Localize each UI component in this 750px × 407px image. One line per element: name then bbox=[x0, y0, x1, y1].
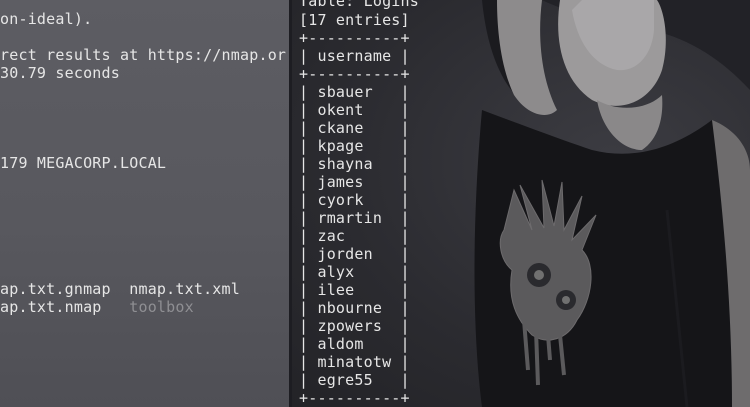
table-row: | zac | bbox=[299, 227, 410, 245]
table-title: Table: Logins bbox=[299, 0, 419, 10]
terminal-line: rect results at https://nmap.or bbox=[0, 46, 287, 64]
table-row: | sbauer | bbox=[299, 83, 410, 101]
table-row: | nbourne | bbox=[299, 299, 410, 317]
table-row: | ilee | bbox=[299, 281, 410, 299]
table-row: | egre55 | bbox=[299, 371, 410, 389]
table-row: | ckane | bbox=[299, 119, 410, 137]
table-row: | cyork | bbox=[299, 191, 410, 209]
table-row: | alyx | bbox=[299, 263, 410, 281]
column-header-username: | username | bbox=[299, 47, 410, 65]
table-row: | kpage | bbox=[299, 137, 410, 155]
terminal-line: on-ideal). bbox=[0, 10, 93, 28]
table-row: | james | bbox=[299, 173, 410, 191]
terminal-line: ap.txt.nmap toolbox bbox=[0, 298, 194, 316]
table-row: | aldom | bbox=[299, 335, 410, 353]
left-terminal-pane[interactable]: on-ideal). rect results at https://nmap.… bbox=[0, 0, 289, 407]
table-border-top: +----------+ bbox=[299, 29, 410, 47]
table-row: | rmartin | bbox=[299, 209, 410, 227]
table-border-bottom: +----------+ bbox=[299, 389, 410, 407]
table-border-header: +----------+ bbox=[299, 65, 410, 83]
terminal-line: ap.txt.gnmap nmap.txt.xml bbox=[0, 280, 240, 298]
entries-count: [17 entries] bbox=[299, 11, 410, 29]
table-row: | jorden | bbox=[299, 245, 410, 263]
terminal-line: 30.79 seconds bbox=[0, 64, 120, 82]
file-entry: ap.txt.nmap bbox=[0, 298, 130, 316]
table-row: | okent | bbox=[299, 101, 410, 119]
table-row: | zpowers | bbox=[299, 317, 410, 335]
table-row: | shayna | bbox=[299, 155, 410, 173]
right-terminal-pane[interactable]: Table: Logins [17 entries] +----------+ … bbox=[292, 0, 750, 407]
directory-entry-toolbox: toolbox bbox=[129, 298, 194, 316]
terminal-line: 179 MEGACORP.LOCAL bbox=[0, 154, 167, 172]
table-row: | minatotw | bbox=[299, 353, 410, 371]
